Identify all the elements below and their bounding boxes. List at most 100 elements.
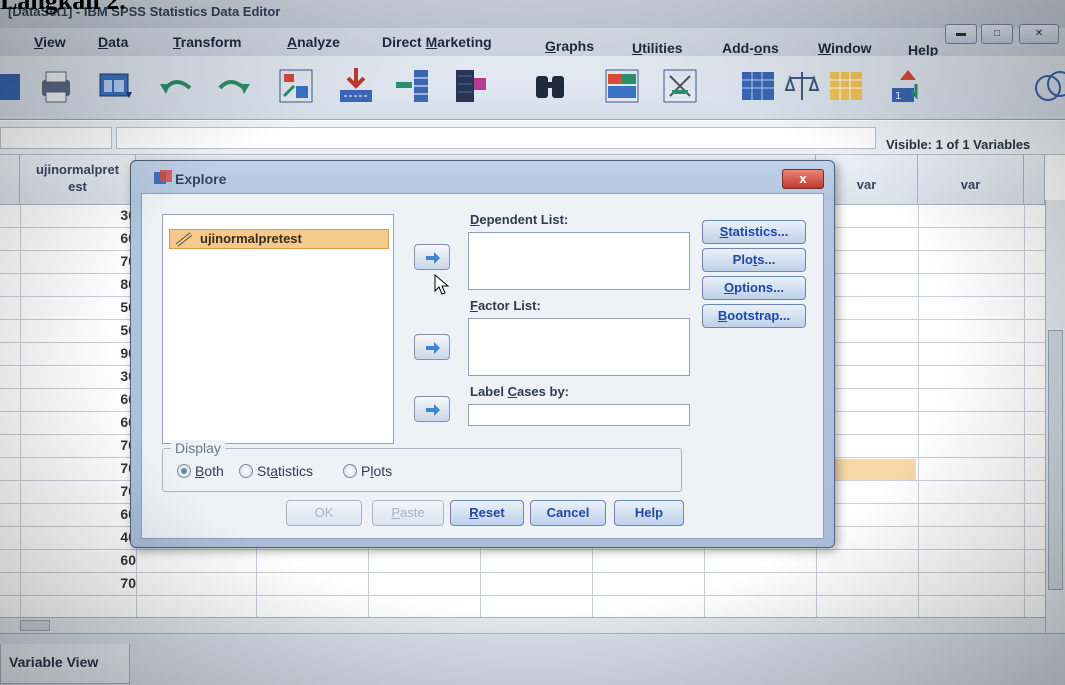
explore-dialog: Explore x ujinormalpretest Dependent Lis…: [130, 160, 835, 548]
factor-list-label: Factor List:: [470, 298, 541, 313]
goto-case-icon[interactable]: [276, 66, 316, 106]
horizontal-scrollbar[interactable]: [0, 617, 1045, 633]
menu-bar: View Data Transform Analyze Direct Marke…: [0, 28, 1065, 58]
cell-value[interactable]: 50: [20, 299, 136, 315]
radio-button-icon[interactable]: [177, 464, 191, 478]
scrollbar-thumb[interactable]: [20, 620, 50, 631]
move-to-factor-button[interactable]: [414, 334, 450, 360]
variables-icon[interactable]: [392, 66, 432, 106]
options-button[interactable]: Options...: [702, 276, 806, 300]
cell-value[interactable]: 90: [20, 345, 136, 361]
plots-button[interactable]: Plots...: [702, 248, 806, 272]
source-variable-list[interactable]: ujinormalpretest: [162, 214, 394, 444]
cell-reference-field[interactable]: [0, 127, 112, 149]
help-button[interactable]: Help: [614, 500, 684, 526]
cell-value[interactable]: 70: [20, 437, 136, 453]
menu-data[interactable]: Data: [98, 34, 128, 50]
radio-statistics-label: Statistics: [257, 463, 314, 479]
redo-icon[interactable]: [214, 66, 254, 106]
select-cases-icon[interactable]: [826, 66, 866, 106]
spss-screen: [DataSet1] - IBM SPSS Statistics Data Ed…: [0, 0, 1065, 685]
move-to-dependent-button[interactable]: [414, 244, 450, 270]
close-icon[interactable]: x: [782, 169, 824, 189]
radio-button-icon[interactable]: [239, 464, 253, 478]
window-controls: ▬ □ ✕: [935, 24, 1065, 54]
factor-list-box[interactable]: [468, 318, 690, 376]
find-icon[interactable]: [530, 66, 570, 106]
minimize-icon[interactable]: ▬: [945, 24, 977, 44]
insert-cases-icon[interactable]: [602, 66, 642, 106]
value-labels-icon[interactable]: 1: [886, 66, 926, 106]
ok-button[interactable]: OK: [286, 500, 362, 526]
cell-editor-bar: Visible: 1 of 1 Variables: [0, 121, 1065, 155]
dialog-recall-icon[interactable]: [96, 66, 136, 106]
dependent-list-box[interactable]: [468, 232, 690, 290]
column-header-extra: [1024, 155, 1045, 205]
menu-transform[interactable]: Transform: [173, 34, 241, 50]
display-legend: Display: [171, 440, 225, 456]
label-cases-label: Label Cases by:: [470, 384, 570, 399]
menu-view[interactable]: View: [34, 34, 66, 50]
cell-value[interactable]: 70: [20, 460, 136, 476]
cell-value[interactable]: 70: [20, 253, 136, 269]
use-variable-sets-icon[interactable]: [1030, 66, 1065, 106]
move-to-label-cases-button[interactable]: [414, 396, 450, 422]
column-header-var-2[interactable]: var: [918, 155, 1024, 205]
menu-utilities[interactable]: Utilities: [632, 40, 683, 56]
run-descriptive-icon[interactable]: [452, 66, 492, 106]
vertical-scrollbar[interactable]: [1045, 200, 1065, 640]
undo-icon[interactable]: [156, 66, 196, 106]
cell-value[interactable]: 60: [20, 506, 136, 522]
cell-value[interactable]: 60: [20, 552, 136, 568]
cell-value[interactable]: 50: [20, 322, 136, 338]
menu-add-ons[interactable]: Add-ons: [722, 40, 779, 56]
visible-variables-indicator: Visible: 1 of 1 Variables: [886, 137, 1031, 152]
cell-value[interactable]: 30: [20, 207, 136, 223]
table-row[interactable]: 60: [0, 550, 1045, 573]
arrow-right-icon: [426, 342, 440, 354]
bootstrap-button[interactable]: Bootstrap...: [702, 304, 806, 328]
radio-both-label: Both: [195, 463, 224, 479]
cell-value[interactable]: 60: [20, 391, 136, 407]
cell-value[interactable]: 30: [20, 368, 136, 384]
dependent-list-label: Dependent List:: [470, 212, 569, 227]
insert-variable-icon[interactable]: [660, 66, 700, 106]
cell-value[interactable]: 60: [20, 414, 136, 430]
explore-dialog-icon: [154, 170, 172, 184]
paste-button[interactable]: Paste: [372, 500, 444, 526]
weight-cases-icon[interactable]: [782, 66, 822, 106]
radio-statistics[interactable]: Statistics: [239, 462, 349, 480]
radio-button-icon[interactable]: [343, 464, 357, 478]
close-window-icon[interactable]: ✕: [1019, 24, 1059, 44]
menu-window[interactable]: Window: [818, 40, 872, 56]
tab-variable-view[interactable]: Variable View: [0, 644, 130, 684]
cell-value[interactable]: 60: [20, 230, 136, 246]
arrow-right-icon: [426, 404, 440, 416]
cell-value[interactable]: 70: [20, 483, 136, 499]
cell-value[interactable]: 80: [20, 276, 136, 292]
arrow-right-icon: [426, 252, 440, 264]
goto-variable-icon[interactable]: [336, 66, 376, 106]
print-icon[interactable]: [36, 66, 76, 106]
cell-value[interactable]: 40: [20, 529, 136, 545]
cell-value[interactable]: 70: [20, 575, 136, 591]
table-row[interactable]: 70: [0, 573, 1045, 596]
label-cases-box[interactable]: [468, 404, 690, 426]
statistics-button[interactable]: Statistics...: [702, 220, 806, 244]
radio-plots[interactable]: Plots: [343, 462, 423, 480]
cancel-button[interactable]: Cancel: [530, 500, 606, 526]
reset-button[interactable]: Reset: [450, 500, 524, 526]
display-group: Display Both Statistics Plots: [162, 440, 682, 492]
cell-value-field[interactable]: [116, 127, 876, 149]
menu-direct-marketing[interactable]: Direct Marketing: [382, 34, 492, 50]
open-icon[interactable]: [0, 66, 40, 106]
column-header-ujinormalpretest[interactable]: ujinormalpret est: [20, 155, 136, 205]
scrollbar-thumb[interactable]: [1048, 330, 1063, 590]
menu-analyze[interactable]: Analyze: [287, 34, 340, 50]
scale-variable-icon: [176, 232, 193, 247]
radio-plots-label: Plots: [361, 463, 393, 479]
split-file-icon[interactable]: [738, 66, 778, 106]
maximize-icon[interactable]: □: [981, 24, 1013, 44]
variable-list-item[interactable]: ujinormalpretest: [169, 229, 389, 249]
menu-graphs[interactable]: Graphs: [545, 38, 594, 54]
